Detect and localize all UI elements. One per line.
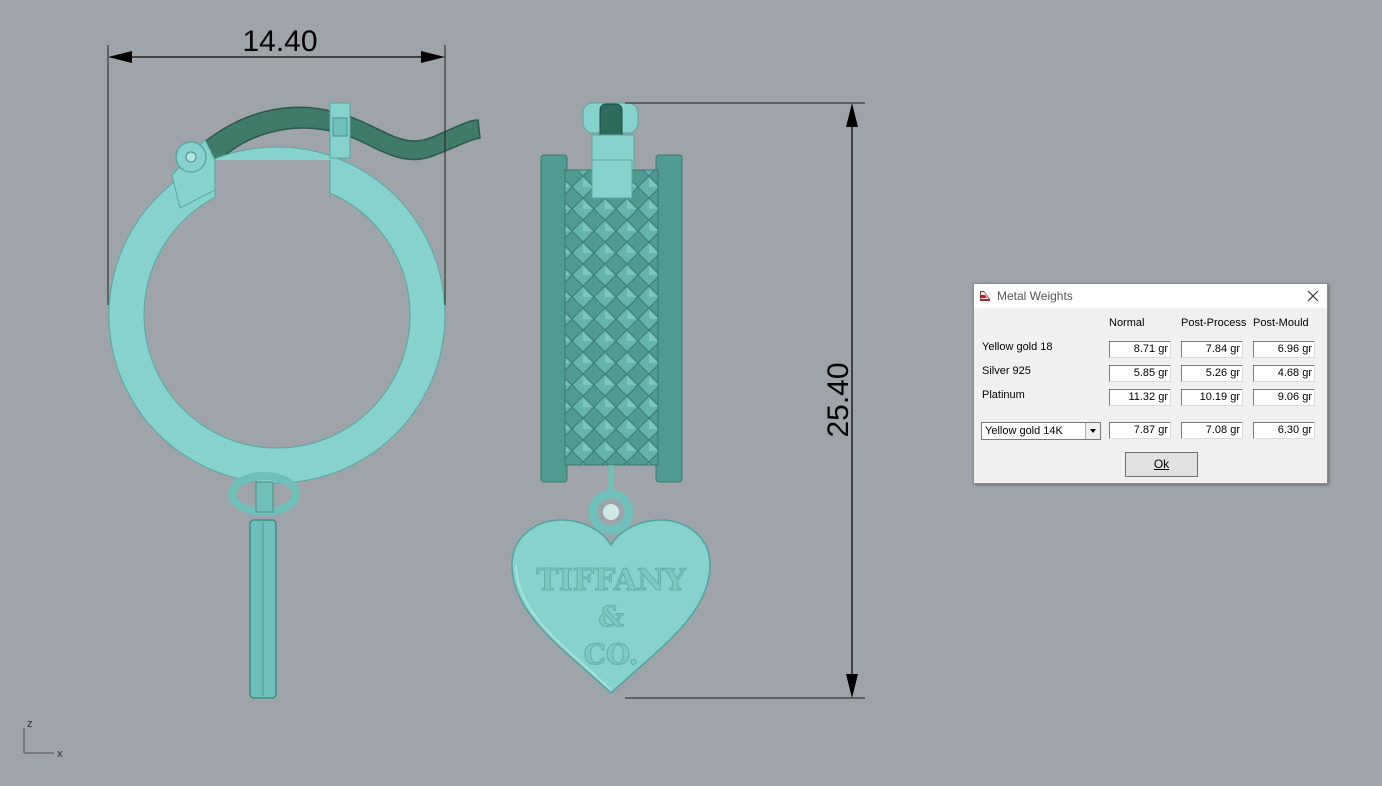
tag-text-line1: TIFFANY	[536, 563, 686, 598]
hoop-front-view: 14.40	[107, 25, 481, 699]
knurled-band	[564, 169, 659, 466]
row-label-yellow-gold-18: Yellow gold 18	[982, 341, 1053, 353]
value-field[interactable]: 4.68 gr	[1253, 365, 1315, 382]
value-field[interactable]: 7.87 gr	[1109, 422, 1171, 439]
value-field[interactable]: 6.96 gr	[1253, 341, 1315, 358]
column-header-post-mould: Post-Mould	[1253, 317, 1309, 329]
flange-right	[655, 154, 683, 483]
metal-select-dropdown[interactable]: Yellow gold 14K	[981, 422, 1101, 440]
dialog-title: Metal Weights	[997, 289, 1073, 303]
value-field[interactable]: 7.08 gr	[1181, 422, 1243, 439]
value-field[interactable]: 9.06 gr	[1253, 389, 1315, 406]
app-icon	[980, 291, 990, 301]
tag-text-line2: &	[598, 600, 623, 633]
axis-x-label: x	[57, 748, 63, 760]
dimension-width-label: 14.40	[242, 25, 317, 58]
value-field[interactable]: 11.32 gr	[1109, 389, 1171, 406]
hoop-side-view: TIFFANY & CO.	[511, 102, 711, 695]
axis-indicator: z x	[23, 718, 63, 760]
axis-z-label: z	[27, 718, 33, 730]
metal-weights-dialog: Metal Weights Normal Post-Process Post-M…	[973, 283, 1328, 484]
value-field[interactable]: 7.84 gr	[1181, 341, 1243, 358]
close-icon[interactable]	[1305, 288, 1321, 304]
row-label-platinum: Platinum	[982, 389, 1025, 401]
value-field[interactable]: 5.26 gr	[1181, 365, 1243, 382]
value-field[interactable]: 5.85 gr	[1109, 365, 1171, 382]
tag-text-line3: CO.	[584, 638, 639, 671]
flange-left	[540, 154, 568, 483]
dimension-height-label: 25.40	[822, 362, 855, 437]
value-field[interactable]: 10.19 gr	[1181, 389, 1243, 406]
value-field[interactable]: 6.30 gr	[1253, 422, 1315, 439]
chevron-down-icon[interactable]	[1085, 423, 1100, 439]
row-label-silver-925: Silver 925	[982, 365, 1031, 377]
dialog-titlebar[interactable]: Metal Weights	[974, 284, 1327, 308]
metal-select-value: Yellow gold 14K	[985, 425, 1063, 437]
ok-button[interactable]: Ok	[1125, 452, 1198, 477]
column-header-normal: Normal	[1109, 317, 1145, 329]
value-field[interactable]: 8.71 gr	[1109, 341, 1171, 358]
column-header-post-process: Post-Process	[1181, 317, 1247, 329]
ok-button-label: Ok	[1153, 457, 1170, 471]
